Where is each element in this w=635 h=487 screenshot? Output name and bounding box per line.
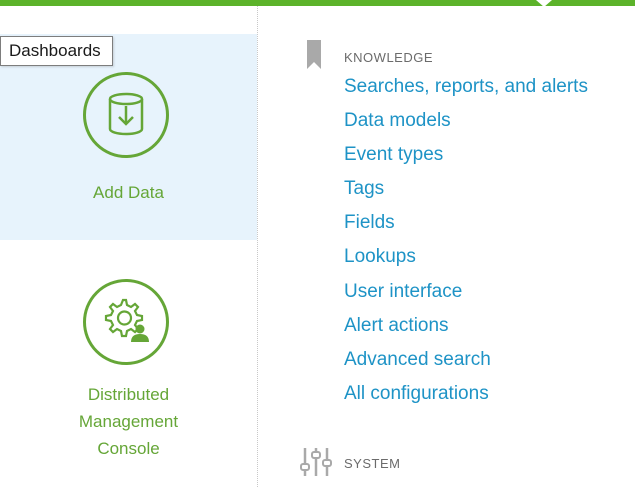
section-title-knowledge: KNOWLEDGE <box>344 50 434 65</box>
menu-link-lookups[interactable]: Lookups <box>344 242 416 272</box>
menu-link-advanced-search[interactable]: Advanced search <box>344 345 491 375</box>
menu-link-tags[interactable]: Tags <box>344 174 384 204</box>
list-item: Fields <box>344 208 588 242</box>
app-label-add-data: Add Data <box>93 183 164 202</box>
menu-link-user-interface[interactable]: User interface <box>344 277 462 307</box>
list-item: Event types <box>344 140 588 174</box>
menu-link-event-types[interactable]: Event types <box>344 140 443 170</box>
sliders-icon <box>300 446 332 483</box>
app-tile-distributed-management-console[interactable]: Distributed Management Console <box>0 245 257 481</box>
menu-link-alert-actions[interactable]: Alert actions <box>344 311 449 341</box>
list-item: User interface <box>344 277 588 311</box>
list-item: Lookups <box>344 242 588 276</box>
menu-link-data-models[interactable]: Data models <box>344 106 451 136</box>
menu-pointer-notch <box>536 0 552 7</box>
menu-link-searches-reports-alerts[interactable]: Searches, reports, and alerts <box>344 72 588 102</box>
dashboards-tooltip: Dashboards <box>0 36 113 66</box>
list-item: Advanced search <box>344 345 588 379</box>
knowledge-menu: Searches, reports, and alerts Data model… <box>344 72 588 413</box>
list-item: Searches, reports, and alerts <box>344 72 588 106</box>
menu-link-all-configurations[interactable]: All configurations <box>344 379 489 409</box>
list-item: Alert actions <box>344 311 588 345</box>
database-download-icon <box>83 72 169 158</box>
list-item: Data models <box>344 106 588 140</box>
section-title-system: SYSTEM <box>344 456 401 471</box>
gear-user-icon <box>83 279 169 365</box>
bookmark-icon <box>306 40 322 75</box>
list-item: All configurations <box>344 379 588 413</box>
list-item: Tags <box>344 174 588 208</box>
app-label-distributed-management-console: Distributed Management Console <box>78 385 179 458</box>
menu-link-fields[interactable]: Fields <box>344 208 395 238</box>
panel-divider <box>257 6 258 487</box>
